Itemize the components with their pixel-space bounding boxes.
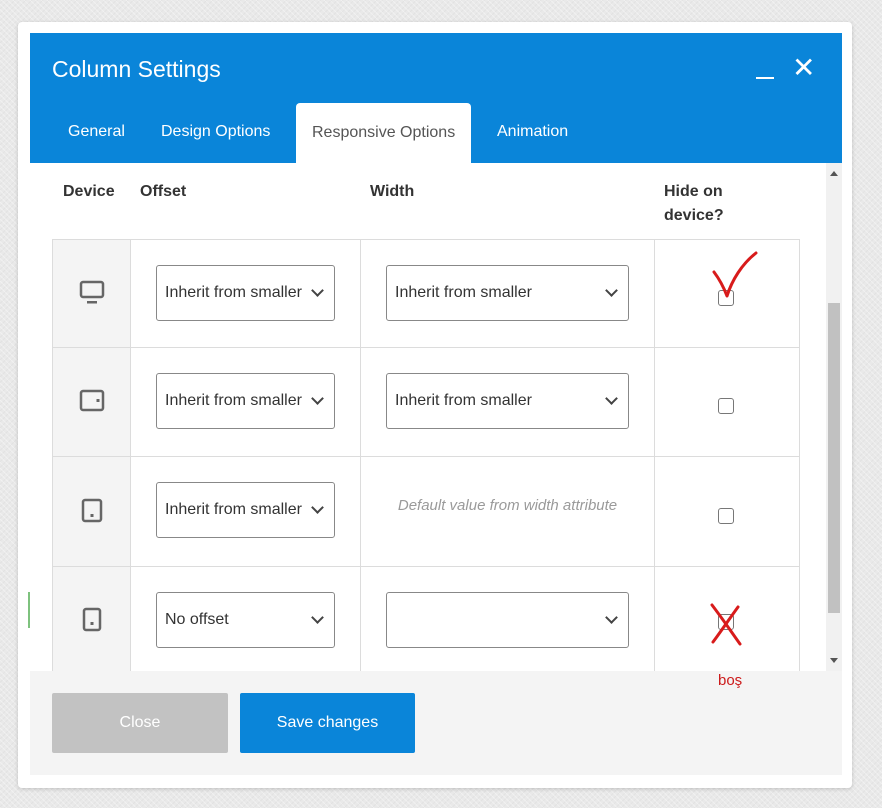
chevron-down-icon [605, 611, 618, 624]
chevron-down-icon [311, 392, 324, 405]
header-device: Device [63, 183, 115, 200]
header-hide-on-device: Hide on device? [664, 183, 724, 224]
close-button[interactable]: Close [52, 693, 228, 753]
chevron-down-icon [311, 284, 324, 297]
scroll-thumb[interactable] [828, 303, 840, 613]
width-select[interactable]: Inherit from smaller [386, 265, 629, 321]
width-select-value: Inherit from smaller [395, 392, 532, 409]
tab-design-options[interactable]: Design Options [161, 123, 270, 141]
chevron-down-icon [605, 284, 618, 297]
offset-select-value: Inherit from smaller [165, 284, 302, 301]
offset-select[interactable]: Inherit from smaller [156, 373, 335, 429]
close-icon[interactable]: ✕ [792, 54, 815, 82]
offset-select[interactable]: Inherit from smaller [156, 482, 335, 538]
table-row: No offset [52, 566, 800, 671]
width-select-value: Inherit from smaller [395, 284, 532, 301]
offset-cell: Inherit from smaller [130, 456, 361, 567]
table-row: Inherit from smaller Inherit from smalle… [52, 347, 800, 457]
offset-select[interactable]: Inherit from smaller [156, 265, 335, 321]
scroll-up-icon[interactable] [830, 171, 838, 176]
table-row: Inherit from smaller Inherit from smalle… [52, 239, 800, 348]
offset-select-value: Inherit from smaller [165, 501, 302, 518]
tab-general[interactable]: General [68, 123, 125, 141]
width-select[interactable]: Inherit from smaller [386, 373, 629, 429]
scroll-down-icon[interactable] [830, 658, 838, 663]
offset-cell: Inherit from smaller [130, 347, 361, 457]
vertical-scrollbar[interactable] [826, 163, 842, 671]
device-cell [52, 239, 131, 348]
tablet-portrait-icon [81, 498, 103, 523]
chevron-down-icon [605, 392, 618, 405]
hide-checkbox[interactable] [718, 508, 734, 524]
width-cell: Inherit from smaller [360, 347, 655, 457]
width-select[interactable] [386, 592, 629, 648]
minimize-icon[interactable] [754, 55, 776, 81]
responsive-table: Inherit from smaller Inherit from smalle… [52, 239, 800, 671]
save-changes-button[interactable]: Save changes [240, 693, 415, 753]
offset-select-value: No offset [165, 611, 229, 628]
offset-select-value: Inherit from smaller [165, 392, 302, 409]
responsive-options-panel: Device Offset Width Hide on device? Inhe… [30, 163, 826, 671]
dialog-header: Column Settings ✕ General Design Options… [30, 33, 842, 163]
hide-checkbox[interactable] [718, 398, 734, 414]
table-row: Inherit from smaller Default value from … [52, 456, 800, 567]
header-width: Width [370, 183, 415, 200]
tablet-landscape-icon [79, 389, 105, 412]
device-cell [52, 347, 131, 457]
hide-cell [654, 456, 800, 567]
annotation-note: boş [718, 672, 743, 689]
width-cell: Default value from width attribute [360, 456, 655, 567]
chevron-down-icon [311, 501, 324, 514]
column-settings-dialog: Column Settings ✕ General Design Options… [30, 33, 842, 775]
device-cell [52, 566, 131, 671]
device-cell [52, 456, 131, 567]
mobile-icon [82, 607, 102, 632]
offset-select[interactable]: No offset [156, 592, 335, 648]
width-cell: Inherit from smaller [360, 239, 655, 348]
offset-cell: Inherit from smaller [130, 239, 361, 348]
dialog-title: Column Settings [52, 56, 221, 82]
red-check-mark-icon [712, 251, 758, 298]
width-cell [360, 566, 655, 671]
header-offset: Offset [140, 183, 187, 200]
chevron-down-icon [311, 611, 324, 624]
tab-animation[interactable]: Animation [497, 123, 568, 141]
width-default-note: Default value from width attribute [397, 497, 618, 514]
tab-responsive-options[interactable]: Responsive Options [296, 103, 472, 163]
offset-cell: No offset [130, 566, 361, 671]
hide-cell [654, 347, 800, 457]
red-cross-mark-icon [710, 603, 742, 646]
desktop-icon [79, 280, 105, 304]
